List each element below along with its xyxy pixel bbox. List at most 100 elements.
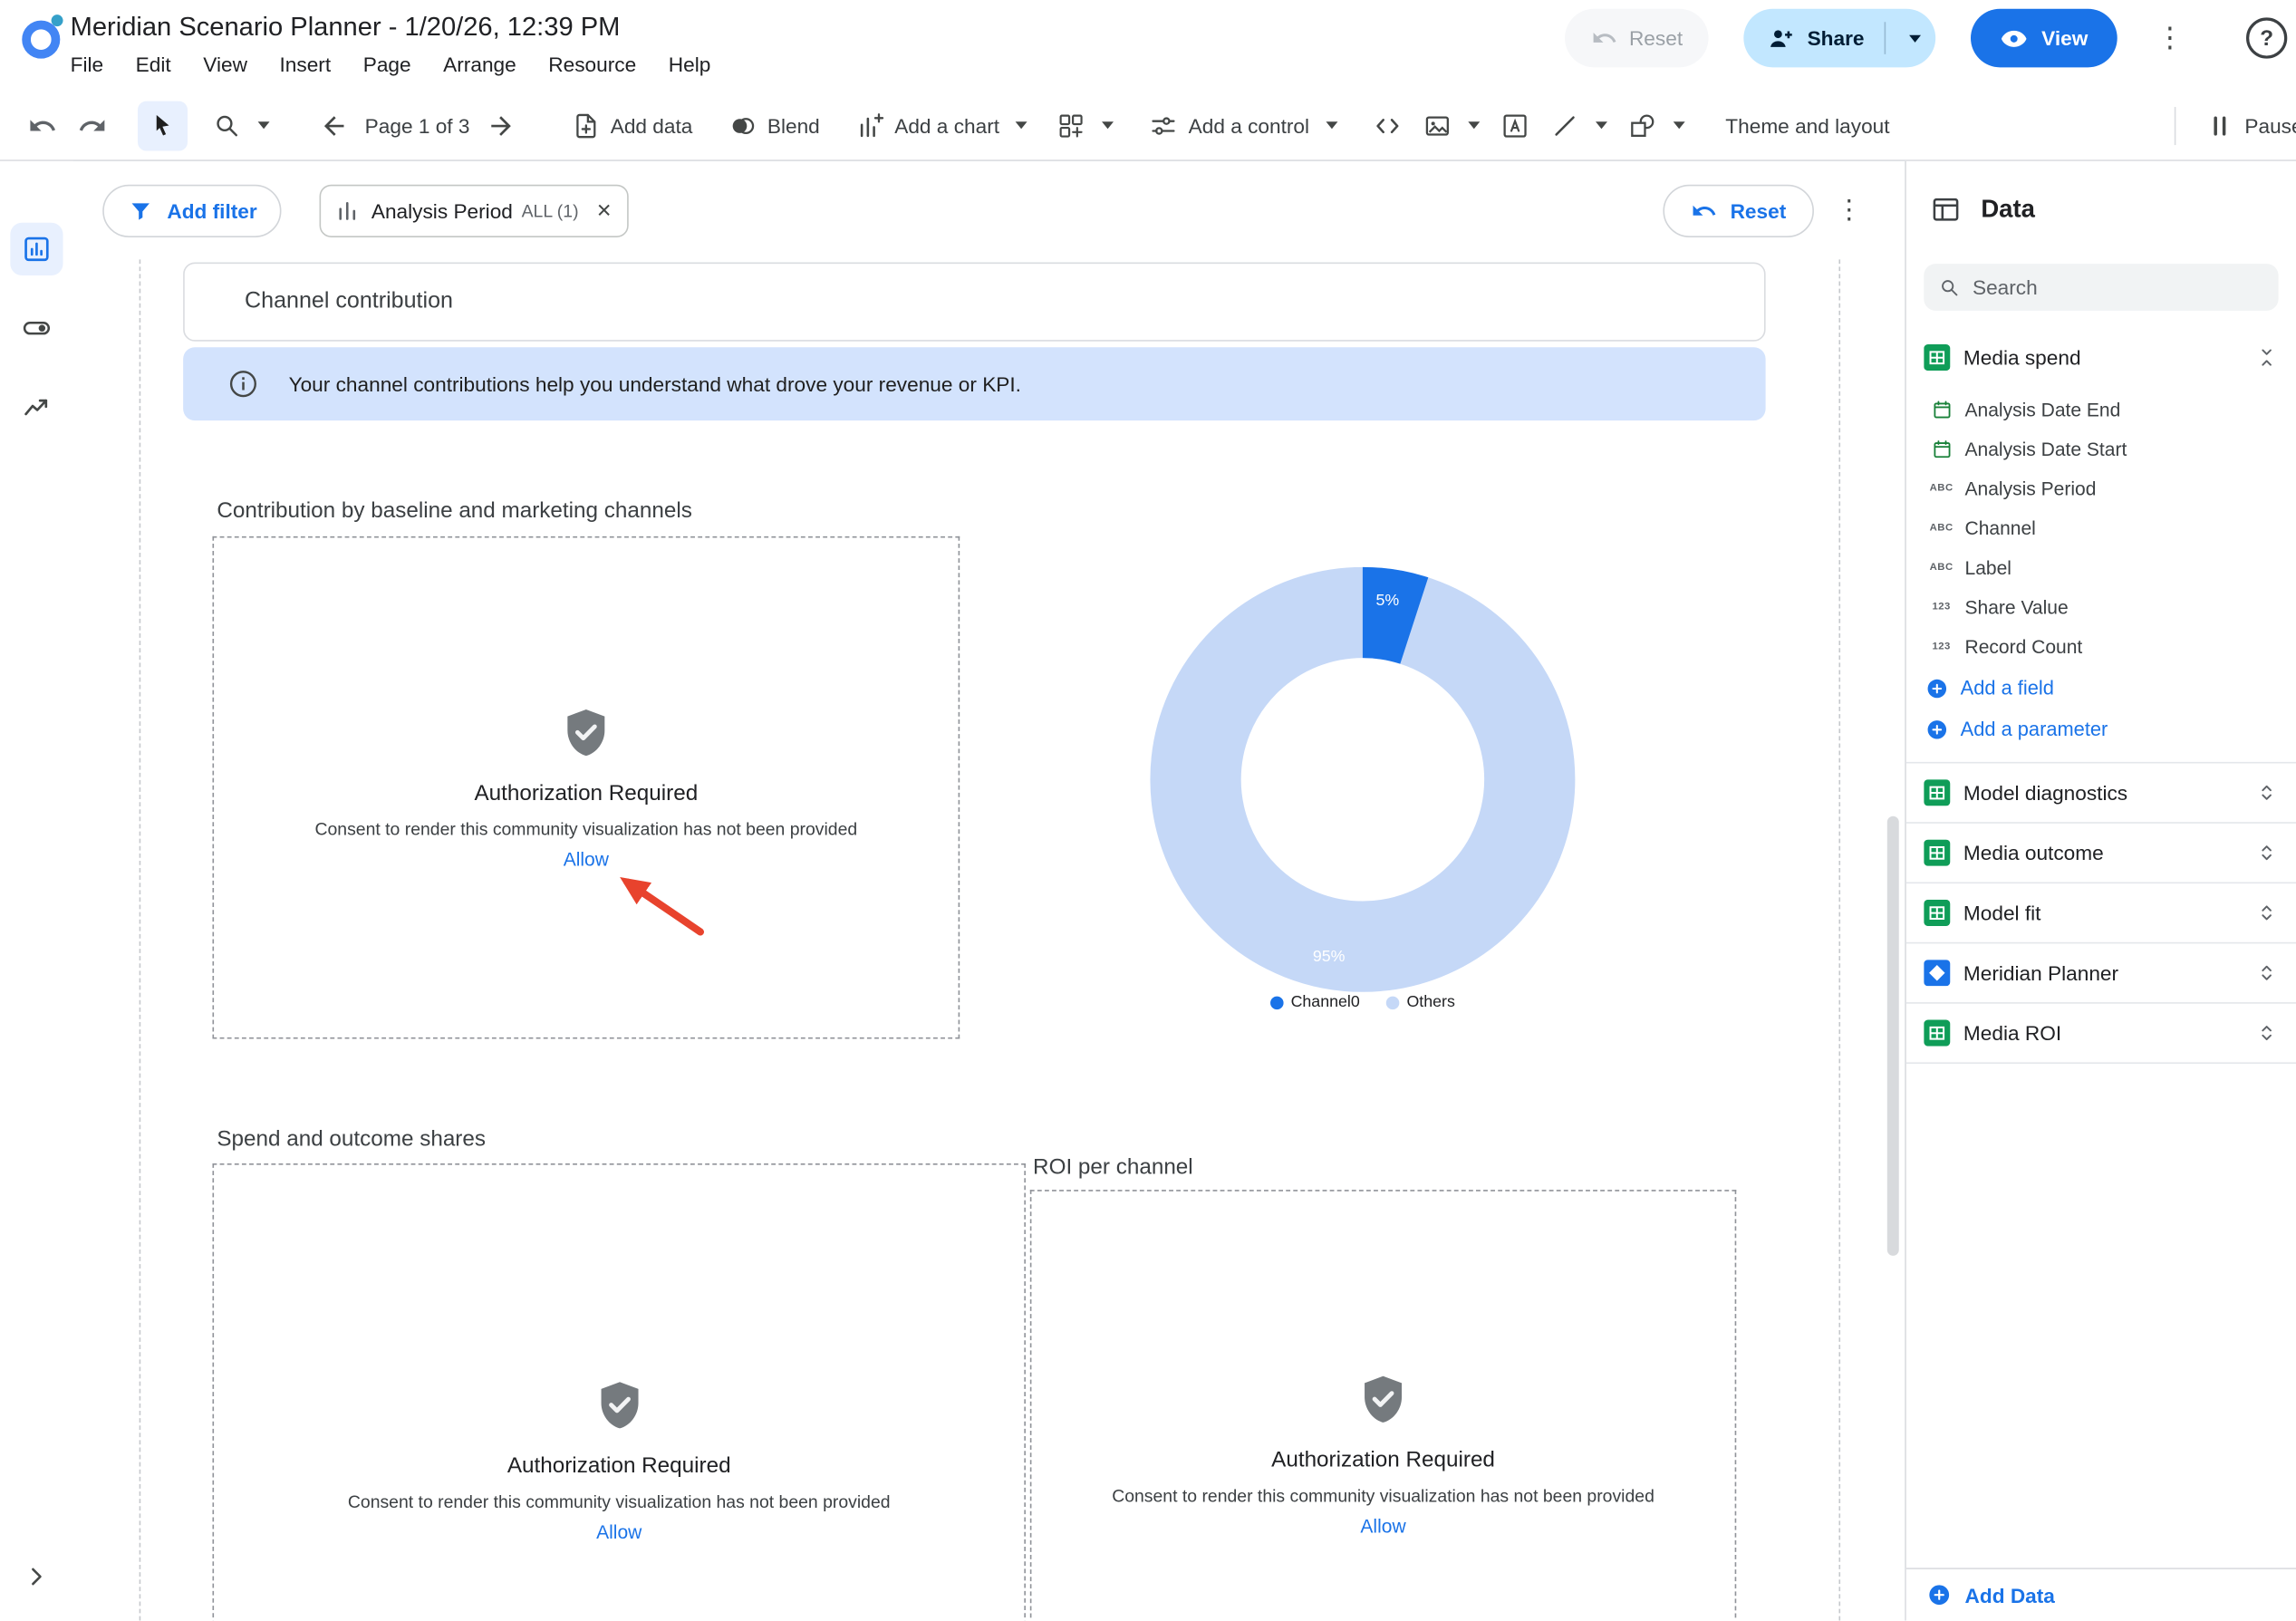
field-share-value[interactable]: 123 Share Value xyxy=(1906,587,2296,627)
expand-source-icon[interactable] xyxy=(2255,781,2279,805)
looker-studio-logo[interactable] xyxy=(17,10,70,63)
field-label[interactable]: ABC Label xyxy=(1906,548,2296,588)
menu-arrange[interactable]: Arrange xyxy=(427,47,532,82)
share-button[interactable]: Share xyxy=(1744,9,1936,68)
field-analysis-period[interactable]: ABC Analysis Period xyxy=(1906,468,2296,508)
expand-panel-button[interactable] xyxy=(10,1550,63,1603)
source-meridian-planner[interactable]: Meridian Planner xyxy=(1906,943,2296,1003)
donut-chart[interactable]: 5% 95% xyxy=(1143,560,1582,1007)
share-label: Share xyxy=(1808,26,1865,50)
report-canvas[interactable]: Channel contribution Your channel contri… xyxy=(73,259,1905,1620)
rail-report-button[interactable] xyxy=(10,223,63,275)
canvas-scrollbar-thumb[interactable] xyxy=(1887,816,1899,1256)
previous-page-button[interactable] xyxy=(309,101,359,150)
add-parameter-button[interactable]: Add a parameter xyxy=(1906,709,2296,749)
data-panel: Data Media spend xyxy=(1905,161,2296,1621)
chart-title-roi: ROI per channel xyxy=(1033,1154,1193,1179)
field-analysis-date-start[interactable]: Analysis Date Start xyxy=(1906,429,2296,469)
community-viz-placeholder-roi[interactable]: Authorization Required Consent to render… xyxy=(1030,1190,1736,1620)
text-box-icon xyxy=(1500,111,1529,140)
pause-updates-label: Pause u xyxy=(2244,114,2296,138)
field-channel[interactable]: ABC Channel xyxy=(1906,508,2296,548)
community-viz-placeholder-contribution[interactable]: Authorization Required Consent to render… xyxy=(212,536,960,1039)
person-add-icon xyxy=(1768,24,1796,53)
redo-button[interactable] xyxy=(67,101,117,150)
sheets-source-icon xyxy=(1924,779,1950,806)
legend-label-others: Others xyxy=(1406,993,1454,1010)
chart-title-spend-outcome: Spend and outcome shares xyxy=(217,1127,486,1152)
section-header-card[interactable]: Channel contribution xyxy=(183,262,1765,341)
community-viz-placeholder-spend-outcome[interactable]: Authorization Required Consent to render… xyxy=(212,1163,1025,1621)
connector-source-icon xyxy=(1924,960,1950,986)
filter-chip-close-icon[interactable]: ✕ xyxy=(596,198,613,222)
next-page-button[interactable] xyxy=(476,101,526,150)
expand-source-icon[interactable] xyxy=(2255,961,2279,985)
insert-shape-button[interactable] xyxy=(1617,101,1695,150)
expand-source-icon[interactable] xyxy=(2255,1021,2279,1045)
zoom-tool-button[interactable] xyxy=(202,101,280,150)
rail-controls-button[interactable] xyxy=(10,302,63,354)
theme-and-layout-button[interactable]: Theme and layout xyxy=(1715,101,1900,150)
insert-image-button[interactable] xyxy=(1412,101,1490,150)
field-analysis-date-end[interactable]: Analysis Date End xyxy=(1906,390,2296,429)
add-control-button[interactable]: Add a control xyxy=(1139,101,1347,150)
legend-item-others[interactable]: Others xyxy=(1386,993,1455,1010)
add-field-button[interactable]: Add a field xyxy=(1906,668,2296,708)
add-chart-button[interactable]: Add a chart xyxy=(844,101,1037,150)
menu-edit[interactable]: Edit xyxy=(120,47,188,82)
view-button[interactable]: View xyxy=(1972,9,2118,68)
data-search-input[interactable] xyxy=(1973,275,2263,299)
edit-toolbar: Page 1 of 3 Add data Blend xyxy=(0,91,2296,161)
add-chart-icon xyxy=(855,111,884,140)
header-actions: Reset Share View ⋮ ? xyxy=(1565,9,2287,68)
allow-link-roi[interactable]: Allow xyxy=(1360,1515,1405,1537)
select-tool-button[interactable] xyxy=(138,101,188,150)
menu-view[interactable]: View xyxy=(187,47,263,82)
expand-source-icon[interactable] xyxy=(2255,841,2279,864)
sheets-source-icon xyxy=(1924,1020,1950,1047)
insert-line-button[interactable] xyxy=(1539,101,1617,150)
add-filter-button[interactable]: Add filter xyxy=(102,184,282,236)
insert-text-button[interactable] xyxy=(1490,101,1539,150)
blend-button[interactable]: Blend xyxy=(718,101,830,150)
image-icon xyxy=(1423,111,1452,140)
collapse-source-icon[interactable] xyxy=(2255,346,2279,370)
add-control-caret-icon xyxy=(1326,121,1337,129)
menu-help[interactable]: Help xyxy=(652,47,727,82)
donut-ring-others[interactable] xyxy=(1196,613,1530,947)
source-media-roi[interactable]: Media ROI xyxy=(1906,1004,2296,1064)
pause-updates-button[interactable]: Pause u xyxy=(2195,101,2296,151)
legend-item-channel0[interactable]: Channel0 xyxy=(1270,993,1360,1010)
expand-source-icon[interactable] xyxy=(2255,902,2279,925)
allow-link-spend-outcome[interactable]: Allow xyxy=(596,1521,642,1543)
primary-source-row[interactable]: Media spend xyxy=(1906,337,2296,378)
redo-icon xyxy=(78,111,107,140)
more-options-button[interactable]: ⋮ xyxy=(2141,9,2200,68)
filter-chip-analysis-period[interactable]: Analysis Period ALL (1) ✕ xyxy=(320,184,628,236)
community-viz-icon xyxy=(1056,111,1085,140)
source-model-diagnostics[interactable]: Model diagnostics xyxy=(1906,764,2296,824)
rail-trends-button[interactable] xyxy=(10,381,63,433)
add-data-footer-button[interactable]: Add Data xyxy=(1906,1568,2296,1620)
filter-reset-button[interactable]: Reset xyxy=(1663,184,1814,236)
page-indicator-button[interactable]: Page 1 of 3 xyxy=(359,101,476,150)
data-search-box[interactable] xyxy=(1924,264,2278,311)
add-data-button[interactable]: Add data xyxy=(561,101,703,150)
field-record-count[interactable]: 123 Record Count xyxy=(1906,627,2296,667)
menu-insert[interactable]: Insert xyxy=(264,47,347,82)
help-button[interactable]: ? xyxy=(2246,17,2287,58)
filter-reset-label: Reset xyxy=(1731,198,1787,222)
menu-page[interactable]: Page xyxy=(347,47,427,82)
header-reset-button[interactable]: Reset xyxy=(1565,9,1709,68)
share-dropdown-caret-icon[interactable] xyxy=(1910,34,1922,42)
source-model-fit[interactable]: Model fit xyxy=(1906,883,2296,943)
magnifier-icon xyxy=(212,111,241,140)
embed-code-button[interactable] xyxy=(1362,101,1412,150)
filter-bar-menu-button[interactable]: ⋮ xyxy=(1823,184,1876,236)
auth-required-title: Authorization Required xyxy=(507,1453,731,1478)
looker-studio-logo-icon xyxy=(17,10,70,63)
menu-resource[interactable]: Resource xyxy=(533,47,652,82)
community-visualizations-button[interactable] xyxy=(1047,101,1124,150)
undo-button[interactable] xyxy=(17,101,67,150)
source-media-outcome[interactable]: Media outcome xyxy=(1906,824,2296,883)
